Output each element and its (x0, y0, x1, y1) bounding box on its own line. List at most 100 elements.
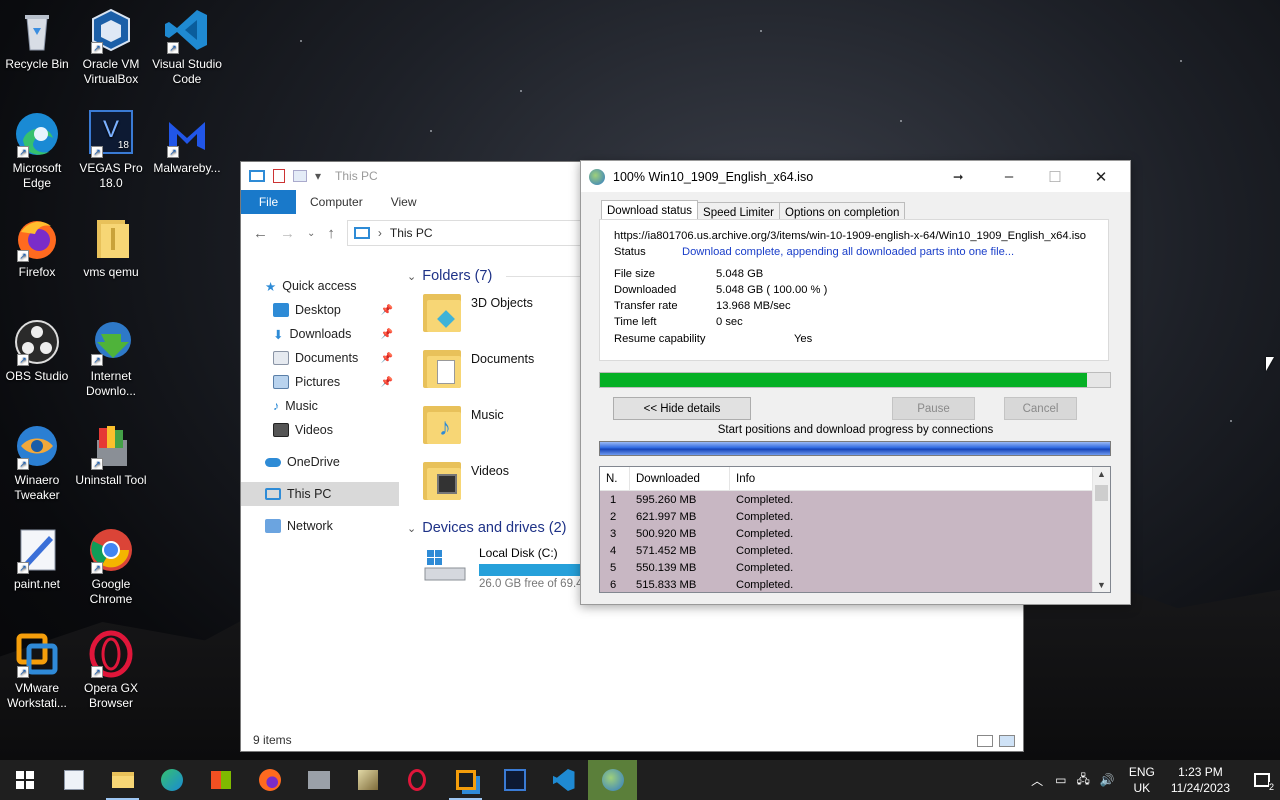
address-bar[interactable]: › This PC (346, 220, 607, 246)
new-folder-icon[interactable] (293, 170, 307, 182)
taskbar-store[interactable] (196, 760, 245, 800)
desktop-icon-malwarebytes[interactable]: ↗ Malwareby... (150, 110, 224, 176)
taskbar-paint-net[interactable] (49, 760, 98, 800)
shortcut-arrow-icon: ↗ (17, 458, 29, 470)
idm-download-window[interactable]: 100% Win10_1909_English_x64.iso ➞ – ☐ ✕ … (580, 160, 1131, 605)
shortcut-arrow-icon: ↗ (91, 666, 103, 678)
shortcut-arrow-icon: ↗ (91, 146, 103, 158)
desktop-icon-virtualbox[interactable]: ↗ Oracle VM VirtualBox (74, 6, 148, 87)
taskbar-opera-gx[interactable] (392, 760, 441, 800)
clock[interactable]: 1:23 PM 11/24/2023 (1171, 764, 1230, 796)
nav-quick-access[interactable]: ★ Quick access (241, 274, 399, 298)
nav-pictures[interactable]: Pictures 📌 (241, 370, 399, 394)
nav-desktop[interactable]: Desktop 📌 (241, 298, 399, 322)
breadcrumb-separator-icon: › (377, 226, 382, 240)
recent-locations-chevron-icon[interactable]: ⌄ (307, 228, 315, 239)
column-info: Completed. (736, 561, 794, 574)
desktop-icon-edge[interactable]: ↗ Microsoft Edge (0, 110, 74, 191)
desktop-icon-opera-gx[interactable]: ↗ Opera GX Browser (74, 630, 148, 711)
nav-documents[interactable]: Documents 📌 (241, 346, 399, 370)
desktop-icon-obs[interactable]: ↗ OBS Studio (0, 318, 74, 384)
taskbar-vegas[interactable] (490, 760, 539, 800)
desktop-icon-vegas[interactable]: V 18 ↗ VEGAS Pro 18.0 (74, 110, 148, 191)
hide-details-button[interactable]: << Hide details (613, 397, 751, 420)
taskbar-vmware[interactable] (441, 760, 490, 800)
nav-downloads[interactable]: ⬇ Downloads 📌 (241, 322, 399, 346)
download-status-panel: https://ia801706.us.archive.org/3/items/… (599, 219, 1109, 361)
scroll-up-arrow-icon[interactable]: ▲ (1097, 469, 1106, 479)
taskbar-app[interactable] (343, 760, 392, 800)
ribbon-tab-computer[interactable]: Computer (296, 190, 377, 214)
properties-icon[interactable] (273, 169, 285, 183)
ribbon-tab-file[interactable]: File (241, 190, 296, 214)
pause-button[interactable]: Pause (892, 397, 975, 420)
nav-onedrive[interactable]: OneDrive (241, 450, 399, 474)
maximize-button[interactable]: ☐ (1032, 161, 1078, 192)
show-hidden-icons-chevron-icon[interactable]: ︿ (1031, 772, 1043, 789)
connections-list[interactable]: N. Downloaded Info 1 595.260 MB Completed.… (599, 466, 1111, 593)
up-arrow-icon[interactable]: ↑ (327, 225, 335, 242)
desktop-icon-chrome[interactable]: ↗ Google Chrome (74, 526, 148, 607)
table-row[interactable]: 6 515.833 MB Completed. (600, 576, 1092, 592)
desktop-icon-paint-net[interactable]: ↗ paint.net (0, 526, 74, 592)
vmware-workstation-icon: ↗ (13, 630, 61, 678)
action-center-button[interactable]: 2 (1244, 760, 1280, 800)
idm-title-bar[interactable]: 100% Win10_1909_English_x64.iso ➞ – ☐ ✕ (581, 161, 1130, 192)
table-row[interactable]: 1 595.260 MB Completed. (600, 491, 1092, 508)
desktop-icon-vscode[interactable]: ↗ Visual Studio Code (150, 6, 224, 87)
quick-access-dropdown-icon[interactable]: ▾ (315, 169, 321, 183)
close-button[interactable]: ✕ (1078, 161, 1124, 192)
desktop-icon-firefox[interactable]: ↗ Firefox (0, 214, 74, 280)
shortcut-arrow-icon: ↗ (91, 354, 103, 366)
taskbar-idm[interactable] (588, 760, 637, 800)
desktop-icon-vms-qemu[interactable]: vms qemu (74, 214, 148, 280)
desktop-icon-uninstall-tool[interactable]: ↗ Uninstall Tool (74, 422, 148, 488)
taskbar-firefox[interactable] (245, 760, 294, 800)
scrollbar-thumb[interactable] (1095, 485, 1108, 501)
table-row[interactable]: 5 550.139 MB Completed. (600, 559, 1092, 576)
volume-icon[interactable]: 🔊 (1100, 773, 1115, 787)
taskbar-file-explorer[interactable] (98, 760, 147, 800)
scroll-down-arrow-icon[interactable]: ▼ (1097, 580, 1106, 590)
back-arrow-icon[interactable]: ← (253, 225, 268, 242)
nav-videos[interactable]: Videos (241, 418, 399, 442)
downloaded-value: 5.048 GB ( 100.00 % ) (716, 284, 828, 296)
table-row[interactable]: 2 621.997 MB Completed. (600, 508, 1092, 525)
network-icon[interactable]: 🖧 (1076, 770, 1089, 791)
desktop-icon-recycle-bin[interactable]: Recycle Bin (0, 6, 74, 72)
large-icons-view-icon[interactable] (999, 735, 1015, 747)
taskbar-vscode[interactable] (539, 760, 588, 800)
shortcut-arrow-icon: ↗ (167, 146, 179, 158)
language-indicator[interactable]: ENG UK (1129, 764, 1155, 796)
column-header-info[interactable]: Info (730, 467, 1082, 490)
column-header-n[interactable]: N. (600, 467, 630, 490)
cancel-button[interactable]: Cancel (1004, 397, 1077, 420)
column-header-downloaded[interactable]: Downloaded (630, 467, 730, 490)
connections-scrollbar[interactable]: ▲ ▼ (1092, 467, 1110, 592)
table-row[interactable]: 4 571.452 MB Completed. (600, 542, 1092, 559)
minimize-button[interactable]: – (986, 161, 1032, 192)
nav-music[interactable]: ♪ Music (241, 394, 399, 418)
nav-this-pc[interactable]: This PC (241, 482, 399, 506)
resume-capability-label: Resume capability (614, 333, 706, 345)
tab-download-status[interactable]: Download status (601, 200, 699, 221)
taskbar-edge[interactable] (147, 760, 196, 800)
connections-rows: 1 595.260 MB Completed. 2 621.997 MB Complete… (600, 491, 1110, 592)
desktop-icon-idm[interactable]: ↗ Internet Downlo... (74, 318, 148, 399)
meet-now-icon[interactable]: ▭ (1055, 773, 1066, 787)
taskbar-uninstall-tool[interactable] (294, 760, 343, 800)
nav-network[interactable]: Network (241, 514, 399, 538)
pin-icon: 📌 (380, 328, 393, 340)
desktop-icon-winaero[interactable]: ↗ Winaero Tweaker (0, 422, 74, 503)
start-button[interactable] (0, 760, 49, 800)
computer-icon (249, 170, 265, 182)
explorer-status-text: 9 items (253, 733, 292, 747)
table-row[interactable]: 3 500.920 MB Completed. (600, 525, 1092, 542)
paint-net-icon: ↗ (13, 526, 61, 574)
uninstall-tool-icon (307, 771, 330, 789)
details-view-icon[interactable] (977, 735, 993, 747)
ribbon-tab-view[interactable]: View (377, 190, 431, 214)
desktop-icon-vmware[interactable]: ↗ VMware Workstati... (0, 630, 74, 711)
forward-arrow-icon[interactable]: → (280, 225, 295, 242)
3d-objects-folder-icon (423, 290, 461, 332)
